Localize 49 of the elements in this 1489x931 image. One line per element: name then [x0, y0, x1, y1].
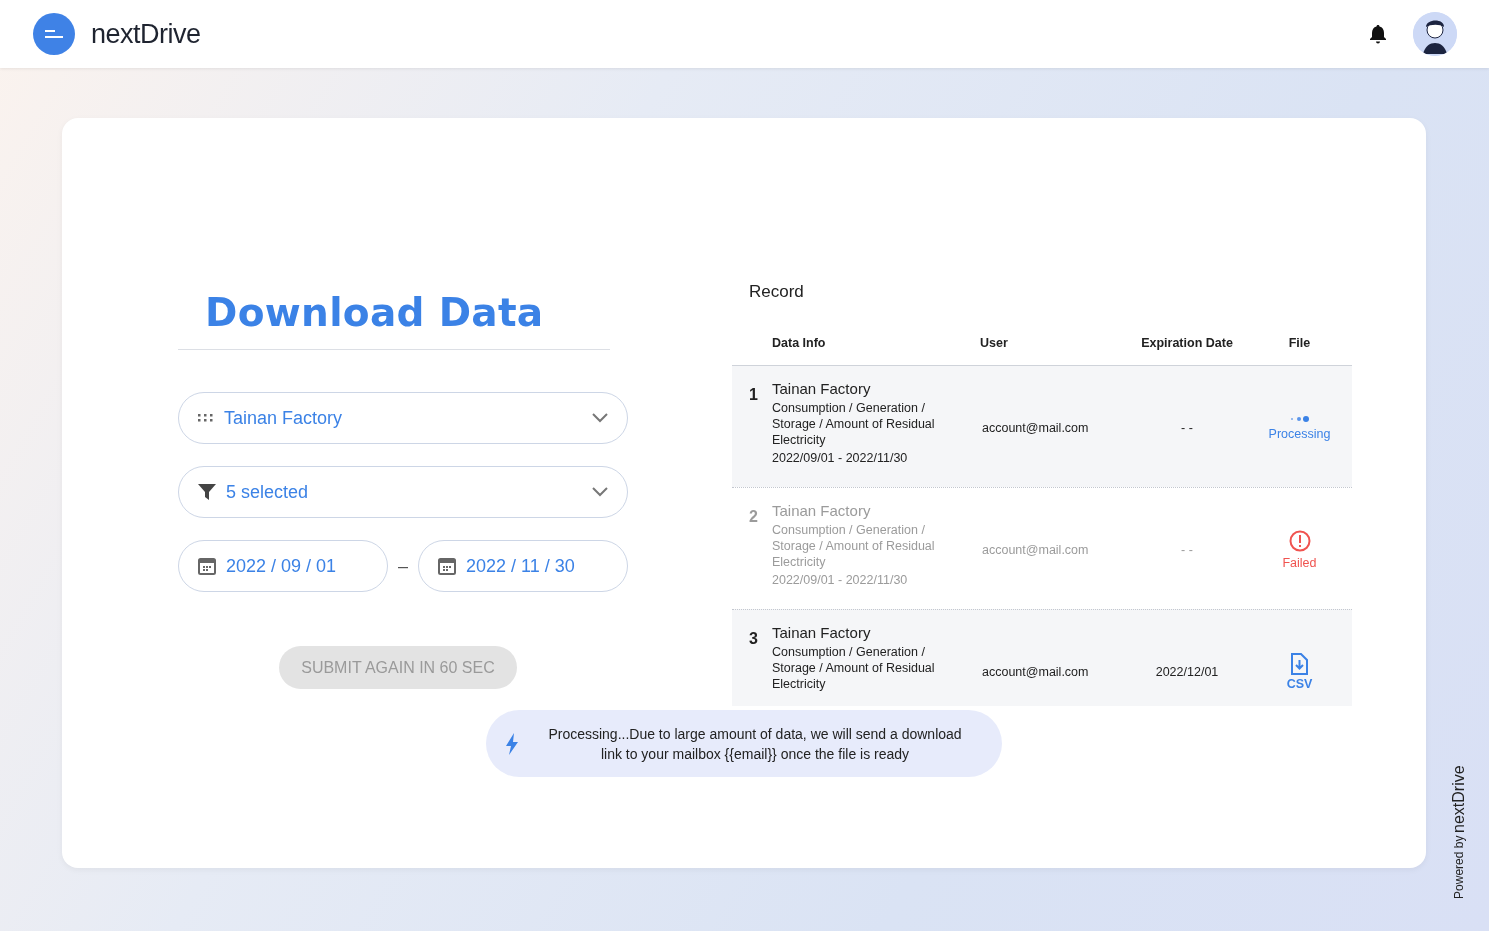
dots-grid-icon — [198, 414, 214, 422]
page-title: Download Data — [205, 290, 545, 335]
row-number: 2 — [748, 507, 759, 526]
chevron-down-icon — [592, 413, 608, 423]
calendar-icon — [198, 557, 216, 575]
data-types: Consumption / Generation / Storage / Amount of Residual Electricity — [772, 522, 936, 570]
user-email: account@mail.com — [981, 542, 1090, 557]
file-download-icon — [1290, 652, 1309, 675]
lightning-icon — [506, 732, 518, 755]
column-header: Expiration Date — [1140, 335, 1234, 350]
chevron-down-icon — [592, 487, 608, 497]
status-label: Failed — [1282, 555, 1317, 570]
data-types: Consumption / Generation / Storage / Amount of Residual Electricity — [772, 400, 936, 448]
calendar-icon — [438, 557, 456, 575]
column-header: File — [1287, 335, 1312, 350]
expiration-date: 2022/12/01 — [1154, 664, 1220, 679]
avatar-icon[interactable] — [1413, 12, 1457, 56]
date-range-dash: – — [398, 555, 408, 577]
user-email: account@mail.com — [981, 420, 1090, 435]
site-name: Tainan Factory — [772, 624, 872, 641]
column-header: Data Info — [772, 335, 827, 350]
site-dropdown[interactable]: Tainan Factory — [178, 392, 628, 444]
section-title: Record — [749, 282, 805, 303]
end-date-field[interactable]: 2022 / 11 / 30 — [418, 540, 628, 592]
powered-by-text: Powered by — [1452, 835, 1466, 899]
site-name: Tainan Factory — [772, 502, 872, 519]
data-types: Consumption / Generation / Storage / Amount of Residual Electricity — [772, 644, 936, 692]
loading-dots-icon — [1289, 414, 1310, 423]
error-icon — [1288, 529, 1311, 552]
brand-logo: nextDrive — [91, 18, 201, 50]
menu-icon — [43, 29, 65, 39]
site-name: Tainan Factory — [772, 380, 872, 397]
csv-download-link[interactable]: CSV — [1286, 652, 1313, 691]
expiration-date: - - — [1180, 420, 1194, 435]
row-number: 3 — [748, 629, 759, 648]
user-email: account@mail.com — [981, 664, 1090, 679]
row-number: 1 — [748, 385, 759, 404]
brand-logo: nextDrive — [1450, 765, 1468, 833]
status-label: Processing — [1268, 426, 1331, 441]
filter-dropdown[interactable]: 5 selected — [178, 466, 628, 518]
column-header: User — [979, 335, 1009, 350]
toast-message: Processing...Due to large amount of data, we will send a download link to your mailbox {{email}} once the file is ready — [547, 724, 963, 764]
date-range: 2022/09/01 - 2022/11/30 — [772, 573, 909, 587]
expiration-date: - - — [1180, 542, 1194, 557]
start-date-field[interactable]: 2022 / 09 / 01 — [178, 540, 388, 592]
menu-button[interactable] — [33, 13, 75, 55]
date-range: 2022/09/01 - 2022/11/30 — [772, 451, 909, 465]
filter-icon — [198, 484, 216, 500]
bell-icon[interactable] — [1369, 24, 1387, 44]
